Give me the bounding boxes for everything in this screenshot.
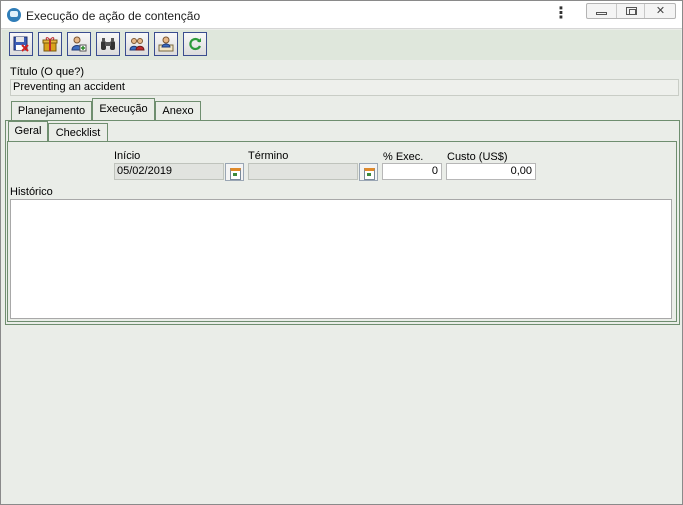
minimize-icon <box>596 12 607 15</box>
window-controls: ✕ <box>586 3 676 19</box>
save-exit-icon <box>13 36 29 52</box>
refresh-button[interactable] <box>183 32 207 56</box>
historico-label: Histórico <box>10 186 53 198</box>
termino-label: Término <box>248 150 289 162</box>
refresh-icon <box>189 37 202 51</box>
user-add-button[interactable] <box>67 32 91 56</box>
app-icon <box>7 8 21 22</box>
maximize-icon <box>626 7 637 15</box>
close-button[interactable]: ✕ <box>646 4 675 18</box>
historico-textarea[interactable] <box>10 199 672 319</box>
user-add-icon <box>71 36 87 52</box>
subtab-checklist[interactable]: Checklist <box>48 123 108 142</box>
custo-label: Custo (US$) <box>447 151 508 163</box>
inicio-date-field[interactable]: 05/02/2019 <box>114 163 224 180</box>
maximize-button[interactable] <box>616 4 645 18</box>
inicio-calendar-button[interactable] <box>225 163 244 181</box>
minimize-button[interactable] <box>587 4 616 18</box>
termino-calendar-button[interactable] <box>359 163 378 181</box>
binoculars-button[interactable] <box>96 32 120 56</box>
kebab-menu-icon[interactable]: ⋮ <box>553 6 569 23</box>
tab-execucao[interactable]: Execução <box>92 98 155 121</box>
termino-date-field[interactable] <box>248 163 358 180</box>
title-bar: Execução de ação de contenção ⋮ ✕ <box>1 1 682 29</box>
inicio-label: Início <box>114 150 141 162</box>
close-icon: ✕ <box>655 5 666 17</box>
custo-input[interactable]: 0,00 <box>446 163 536 180</box>
tab-anexo[interactable]: Anexo <box>155 101 201 121</box>
exec-percent-input[interactable]: 0 <box>382 163 442 180</box>
dialog-window: Execução de ação de contenção ⋮ ✕ Título… <box>0 0 683 505</box>
title-input[interactable]: Preventing an accident <box>10 79 679 96</box>
toolbar <box>2 30 681 60</box>
save-exit-button[interactable] <box>9 32 33 56</box>
gift-icon <box>42 37 58 52</box>
users-button[interactable] <box>125 32 149 56</box>
tab-planejamento[interactable]: Planejamento <box>11 101 92 121</box>
title-field-label: Título (O que?) <box>10 66 84 78</box>
exec-label: % Exec. <box>383 151 424 163</box>
binoculars-icon <box>101 38 115 50</box>
window-title: Execução de ação de contenção <box>26 9 201 23</box>
person-document-icon <box>158 36 174 52</box>
person-document-button[interactable] <box>154 32 178 56</box>
gift-button[interactable] <box>38 32 62 56</box>
users-icon <box>129 38 145 51</box>
subtab-geral[interactable]: Geral <box>8 121 48 142</box>
